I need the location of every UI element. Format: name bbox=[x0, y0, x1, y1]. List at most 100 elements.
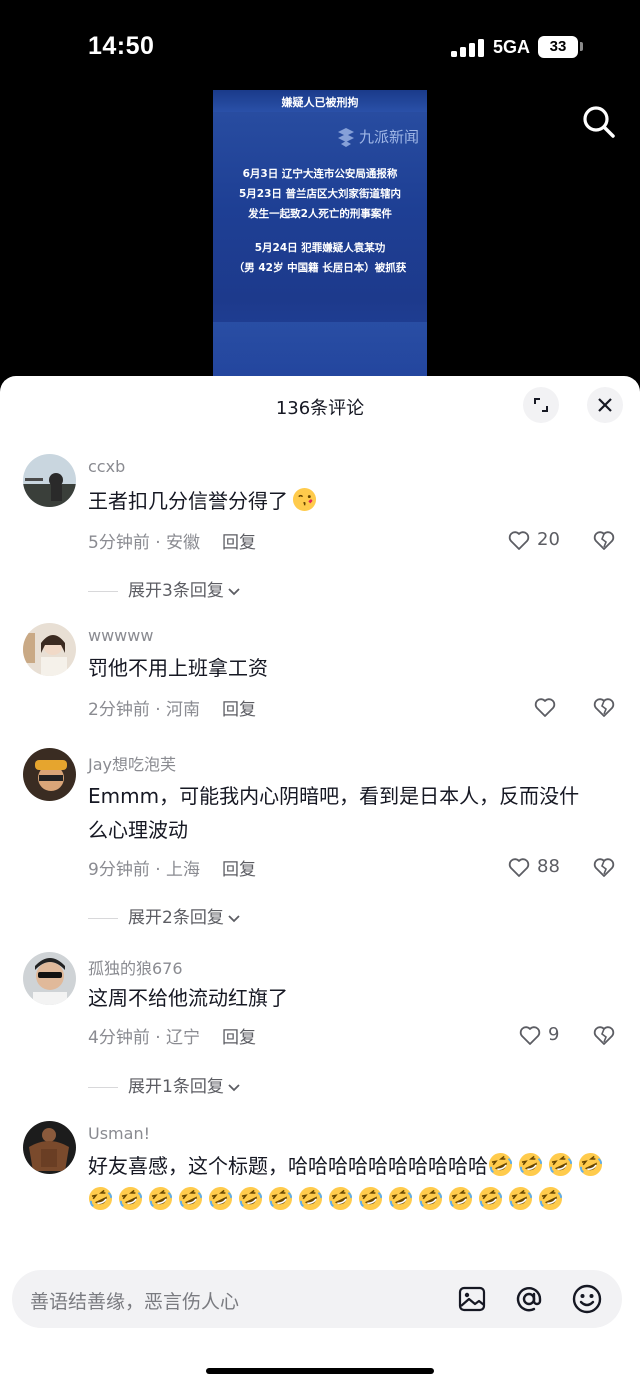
comment-text-content: 王者扣几分信誉分得了 bbox=[88, 489, 288, 513]
video-line: 6月3日 辽宁大连市公安局通报称 bbox=[242, 168, 398, 180]
like-count: 9 bbox=[548, 1024, 560, 1045]
expand-replies-button[interactable]: 展开1条回复 bbox=[88, 1072, 242, 1097]
heart-icon bbox=[508, 858, 530, 877]
laughing-emoji-icon bbox=[418, 1186, 443, 1211]
expand-replies-label: 展开2条回复 bbox=[128, 908, 224, 928]
expand-sheet-button[interactable] bbox=[523, 387, 559, 423]
laughing-emoji-icon bbox=[298, 1186, 323, 1211]
laughing-emoji-icon bbox=[328, 1186, 353, 1211]
kiss-emoji-icon bbox=[292, 487, 317, 512]
broken-heart-icon[interactable] bbox=[592, 855, 616, 879]
avatar-image bbox=[23, 1121, 76, 1174]
expand-replies-label: 展开3条回复 bbox=[128, 581, 224, 601]
laughing-emoji-icon bbox=[118, 1186, 143, 1211]
laughing-emoji-icon bbox=[148, 1186, 173, 1211]
divider bbox=[88, 917, 118, 919]
chevron-down-icon bbox=[228, 1084, 240, 1092]
comment-text-content: 好友喜感，这个标题，哈哈哈哈哈哈哈哈哈哈 bbox=[88, 1154, 488, 1178]
avatar[interactable] bbox=[23, 1121, 76, 1174]
video-frame: 嫌疑人已被刑拘 九派新闻 6月3日 辽宁大连市公安局通报称 5月23日 普兰店区… bbox=[213, 90, 427, 390]
video-logo-text: 九派新闻 bbox=[359, 128, 420, 146]
like-count: 20 bbox=[537, 529, 560, 550]
comment-time-location: 5分钟前 · 安徽 bbox=[88, 533, 201, 553]
laughing-emoji-icon bbox=[238, 1186, 263, 1211]
video-text: 6月3日 辽宁大连市公安局通报称 5月23日 普兰店区大刘家街道辖内 发生一起致… bbox=[213, 164, 427, 278]
avatar-image bbox=[23, 952, 76, 1005]
video-line-gap bbox=[213, 224, 427, 238]
laughing-emoji-icon bbox=[268, 1186, 293, 1211]
avatar-image bbox=[23, 748, 76, 801]
comment-text: 王者扣几分信誉分得了 bbox=[88, 484, 618, 518]
comment-text-line: 么心理波动 bbox=[88, 818, 188, 842]
heart-icon bbox=[508, 531, 530, 550]
video-line: 发生一起致2人死亡的刑事案件 bbox=[248, 208, 392, 220]
chevron-down-icon bbox=[228, 588, 240, 596]
laughing-emoji-icon bbox=[448, 1186, 473, 1211]
reply-button[interactable]: 回复 bbox=[222, 860, 256, 880]
reply-button[interactable]: 回复 bbox=[222, 533, 256, 553]
heart-icon bbox=[534, 698, 556, 717]
comment-input[interactable]: 善语结善缘，恶言伤人心 bbox=[30, 1287, 239, 1314]
comment-username[interactable]: Usman! bbox=[88, 1124, 150, 1143]
expand-replies-button[interactable]: 展开2条回复 bbox=[88, 903, 242, 928]
laughing-emoji-icon bbox=[518, 1152, 543, 1177]
comment-text: 好友喜感，这个标题，哈哈哈哈哈哈哈哈哈哈 bbox=[88, 1149, 618, 1217]
reply-button[interactable]: 回复 bbox=[222, 1028, 256, 1048]
laughing-emoji-icon bbox=[538, 1186, 563, 1211]
comment-time-location: 2分钟前 · 河南 bbox=[88, 700, 201, 720]
avatar[interactable] bbox=[23, 952, 76, 1005]
broken-heart-icon[interactable] bbox=[592, 695, 616, 719]
comment-meta: 9分钟前 · 上海 回复 bbox=[88, 855, 256, 880]
video-line: 5月23日 普兰店区大刘家街道辖内 bbox=[238, 188, 402, 200]
laughing-emoji-icon bbox=[178, 1186, 203, 1211]
avatar-image bbox=[23, 454, 76, 507]
laughing-emoji-icon bbox=[358, 1186, 383, 1211]
image-icon[interactable] bbox=[456, 1283, 488, 1315]
expand-icon bbox=[534, 398, 548, 412]
search-icon[interactable] bbox=[581, 104, 617, 140]
laughing-emoji-icon bbox=[208, 1186, 233, 1211]
comments-sheet: 136条评论 ccxb 王者扣几分信誉分得了 5分钟前 · 安徽 回复 20 展… bbox=[0, 376, 640, 1389]
divider bbox=[88, 1086, 118, 1088]
at-icon[interactable] bbox=[513, 1283, 545, 1315]
avatar[interactable] bbox=[23, 454, 76, 507]
comment-username[interactable]: 孤独的狼676 bbox=[88, 955, 183, 979]
comment-meta: 5分钟前 · 安徽 回复 bbox=[88, 528, 256, 553]
avatar[interactable] bbox=[23, 748, 76, 801]
comment-time-location: 9分钟前 · 上海 bbox=[88, 860, 201, 880]
like-count: 88 bbox=[537, 856, 560, 877]
laughing-emoji-icon bbox=[488, 1152, 513, 1177]
laughing-emoji-icon bbox=[548, 1152, 573, 1177]
comment-meta: 4分钟前 · 辽宁 回复 bbox=[88, 1023, 256, 1048]
heart-icon bbox=[519, 1026, 541, 1045]
close-sheet-button[interactable] bbox=[587, 387, 623, 423]
comment-text: 罚他不用上班拿工资 bbox=[88, 656, 268, 680]
emoji-icon[interactable] bbox=[571, 1283, 603, 1315]
home-indicator[interactable] bbox=[206, 1368, 434, 1374]
laughing-emoji-icon bbox=[388, 1186, 413, 1211]
comment-text: Emmm，可能我内心阴暗吧，看到是日本人，反而没什 么心理波动 bbox=[88, 779, 618, 847]
news-logo-icon bbox=[338, 128, 354, 147]
expand-replies-label: 展开1条回复 bbox=[128, 1077, 224, 1097]
video-line: （男 42岁 中国籍 长居日本）被抓获 bbox=[233, 262, 407, 274]
comment-time-location: 4分钟前 · 辽宁 bbox=[88, 1028, 201, 1048]
expand-replies-button[interactable]: 展开3条回复 bbox=[88, 576, 242, 601]
video-line: 5月24日 犯罪嫌疑人袁某功 bbox=[254, 242, 386, 254]
laughing-emoji-icon bbox=[88, 1186, 113, 1211]
comment-text: 这周不给他流动红旗了 bbox=[88, 986, 288, 1010]
video-player[interactable]: 嫌疑人已被刑拘 九派新闻 6月3日 辽宁大连市公安局通报称 5月23日 普兰店区… bbox=[0, 0, 640, 400]
avatar-image bbox=[23, 623, 76, 676]
broken-heart-icon[interactable] bbox=[592, 528, 616, 552]
laughing-emoji-icon bbox=[578, 1152, 603, 1177]
comment-text-line: Emmm，可能我内心阴暗吧，看到是日本人，反而没什 bbox=[88, 784, 580, 808]
comment-username[interactable]: wwwww bbox=[88, 626, 153, 645]
reply-button[interactable]: 回复 bbox=[222, 700, 256, 720]
comment-username[interactable]: ccxb bbox=[88, 457, 125, 476]
avatar[interactable] bbox=[23, 623, 76, 676]
laughing-emoji-icon bbox=[508, 1186, 533, 1211]
laughing-emoji-icon bbox=[478, 1186, 503, 1211]
comment-username[interactable]: Jay想吃泡芙 bbox=[88, 751, 176, 775]
broken-heart-icon[interactable] bbox=[592, 1023, 616, 1047]
close-icon bbox=[598, 398, 612, 412]
comment-input-bar[interactable]: 善语结善缘，恶言伤人心 bbox=[12, 1270, 622, 1328]
